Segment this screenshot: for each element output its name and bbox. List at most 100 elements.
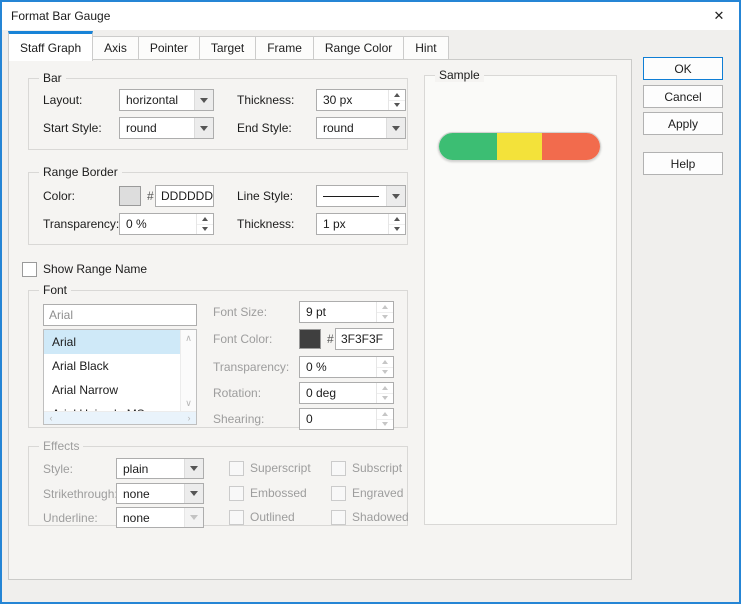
font-list[interactable]: Arial Arial Black Arial Narrow Arial Uni… <box>43 329 197 425</box>
scroll-up-icon[interactable]: ∧ <box>181 333 196 344</box>
horizontal-scrollbar[interactable]: ‹ › <box>44 411 196 424</box>
layout-dropdown[interactable]: horizontal <box>119 89 214 111</box>
shadowed-label: Shadowed <box>352 510 409 525</box>
font-color-hex-value: 3F3F3F <box>341 332 383 346</box>
tab-target[interactable]: Target <box>199 36 256 59</box>
cancel-button[interactable]: Cancel <box>643 85 723 108</box>
shearing-label: Shearing: <box>213 408 264 430</box>
vertical-scrollbar[interactable]: ∧ ∨ <box>180 330 196 412</box>
font-group-title: Font <box>39 283 71 297</box>
chevron-down-icon[interactable] <box>194 90 213 110</box>
font-list-item[interactable]: Arial <box>44 330 180 354</box>
spinner-up-icon <box>377 357 393 368</box>
hash-sign: # <box>327 328 334 350</box>
hash-sign: # <box>147 185 154 207</box>
font-color-swatch[interactable] <box>299 329 321 349</box>
rotation-spinner[interactable]: 0 deg <box>299 382 394 404</box>
scroll-left-icon[interactable]: ‹ <box>46 413 56 423</box>
chevron-down-icon[interactable] <box>194 118 213 138</box>
style-label: Style: <box>43 458 73 480</box>
spinner-down-icon <box>377 368 393 378</box>
scroll-down-icon[interactable]: ∨ <box>181 398 196 409</box>
rotation-value: 0 deg <box>306 383 336 403</box>
font-color-hex-input[interactable]: 3F3F3F <box>335 328 394 350</box>
solid-line-icon <box>323 196 379 197</box>
tab-label: Staff Graph <box>20 41 81 55</box>
font-size-spinner[interactable]: 9 pt <box>299 301 394 323</box>
spinner-down-icon <box>377 313 393 323</box>
line-style-dropdown[interactable] <box>316 185 406 207</box>
sample-group-title: Sample <box>435 68 484 82</box>
spinner-up-icon[interactable] <box>389 214 405 225</box>
show-range-name-checkbox[interactable] <box>22 262 37 277</box>
font-name-input[interactable]: Arial <box>43 304 197 326</box>
font-color-label: Font Color: <box>213 328 272 350</box>
spinner-down-icon[interactable] <box>389 101 405 111</box>
underline-dropdown: none <box>116 507 204 528</box>
shadowed-checkbox <box>331 510 346 525</box>
title-bar: Format Bar Gauge ✕ <box>2 2 739 30</box>
chevron-down-icon[interactable] <box>386 186 405 206</box>
effects-group-title: Effects <box>39 439 83 453</box>
style-dropdown[interactable]: plain <box>116 458 204 479</box>
superscript-label: Superscript <box>250 461 311 476</box>
border-color-swatch[interactable] <box>119 186 141 206</box>
spinner-down-icon[interactable] <box>389 225 405 235</box>
font-list-item[interactable]: Arial Black <box>44 354 180 378</box>
shearing-spinner[interactable]: 0 <box>299 408 394 430</box>
ok-label: OK <box>674 62 691 76</box>
chevron-down-icon[interactable] <box>184 484 203 503</box>
tab-content-panel: Bar Layout: horizontal Thickness: 30 px … <box>8 59 632 580</box>
engraved-label: Engraved <box>352 486 403 501</box>
apply-button[interactable]: Apply <box>643 112 723 135</box>
rotation-label: Rotation: <box>213 382 261 404</box>
end-style-dropdown[interactable]: round <box>316 117 406 139</box>
superscript-checkbox <box>229 461 244 476</box>
chevron-down-icon[interactable] <box>184 459 203 478</box>
spinner-up-icon[interactable] <box>197 214 213 225</box>
tab-hint[interactable]: Hint <box>403 36 448 59</box>
border-thickness-spinner[interactable]: 1 px <box>316 213 406 235</box>
format-bar-gauge-dialog: Format Bar Gauge ✕ Staff Graph Axis Poin… <box>0 0 741 604</box>
start-style-label: Start Style: <box>43 117 102 139</box>
tab-label: Range Color <box>325 41 392 55</box>
bar-thickness-spinner[interactable]: 30 px <box>316 89 406 111</box>
apply-label: Apply <box>668 117 698 131</box>
ok-button[interactable]: OK <box>643 57 723 80</box>
spinner-up-icon[interactable] <box>389 90 405 101</box>
border-thickness-value: 1 px <box>323 214 346 234</box>
border-color-hex-value: DDDDDD <box>161 189 213 203</box>
tab-staff-graph[interactable]: Staff Graph <box>8 31 93 61</box>
spinner-down-icon <box>377 420 393 430</box>
spinner-down-icon[interactable] <box>197 225 213 235</box>
spinner-up-icon <box>377 302 393 313</box>
tab-axis[interactable]: Axis <box>92 36 139 59</box>
embossed-label: Embossed <box>250 486 307 501</box>
start-style-dropdown[interactable]: round <box>119 117 214 139</box>
tab-label: Axis <box>104 41 127 55</box>
help-button[interactable]: Help <box>643 152 723 175</box>
range-border-group-title: Range Border <box>39 165 122 179</box>
spinner-up-icon <box>377 383 393 394</box>
help-label: Help <box>671 157 696 171</box>
tab-frame[interactable]: Frame <box>255 36 314 59</box>
strikethrough-dropdown[interactable]: none <box>116 483 204 504</box>
close-icon[interactable]: ✕ <box>708 8 730 24</box>
font-list-items: Arial Arial Black Arial Narrow Arial Uni… <box>44 330 180 412</box>
tab-range-color[interactable]: Range Color <box>313 36 404 59</box>
font-list-item[interactable]: Arial Narrow <box>44 378 180 402</box>
range-border-group: Range Border Color: # DDDDDD Line Style:… <box>28 172 408 245</box>
layout-label: Layout: <box>43 89 82 111</box>
tab-pointer[interactable]: Pointer <box>138 36 200 59</box>
border-color-hex-input[interactable]: DDDDDD <box>155 185 214 207</box>
font-transparency-spinner[interactable]: 0 % <box>299 356 394 378</box>
tab-label: Hint <box>415 41 436 55</box>
font-name-value: Arial <box>49 308 73 322</box>
chevron-down-icon[interactable] <box>386 118 405 138</box>
scroll-right-icon[interactable]: › <box>184 413 194 423</box>
embossed-checkbox <box>229 486 244 501</box>
font-transparency-value: 0 % <box>306 357 327 377</box>
strikethrough-label: Strikethrough: <box>43 483 118 505</box>
bar-thickness-label: Thickness: <box>237 89 294 111</box>
border-transparency-spinner[interactable]: 0 % <box>119 213 214 235</box>
